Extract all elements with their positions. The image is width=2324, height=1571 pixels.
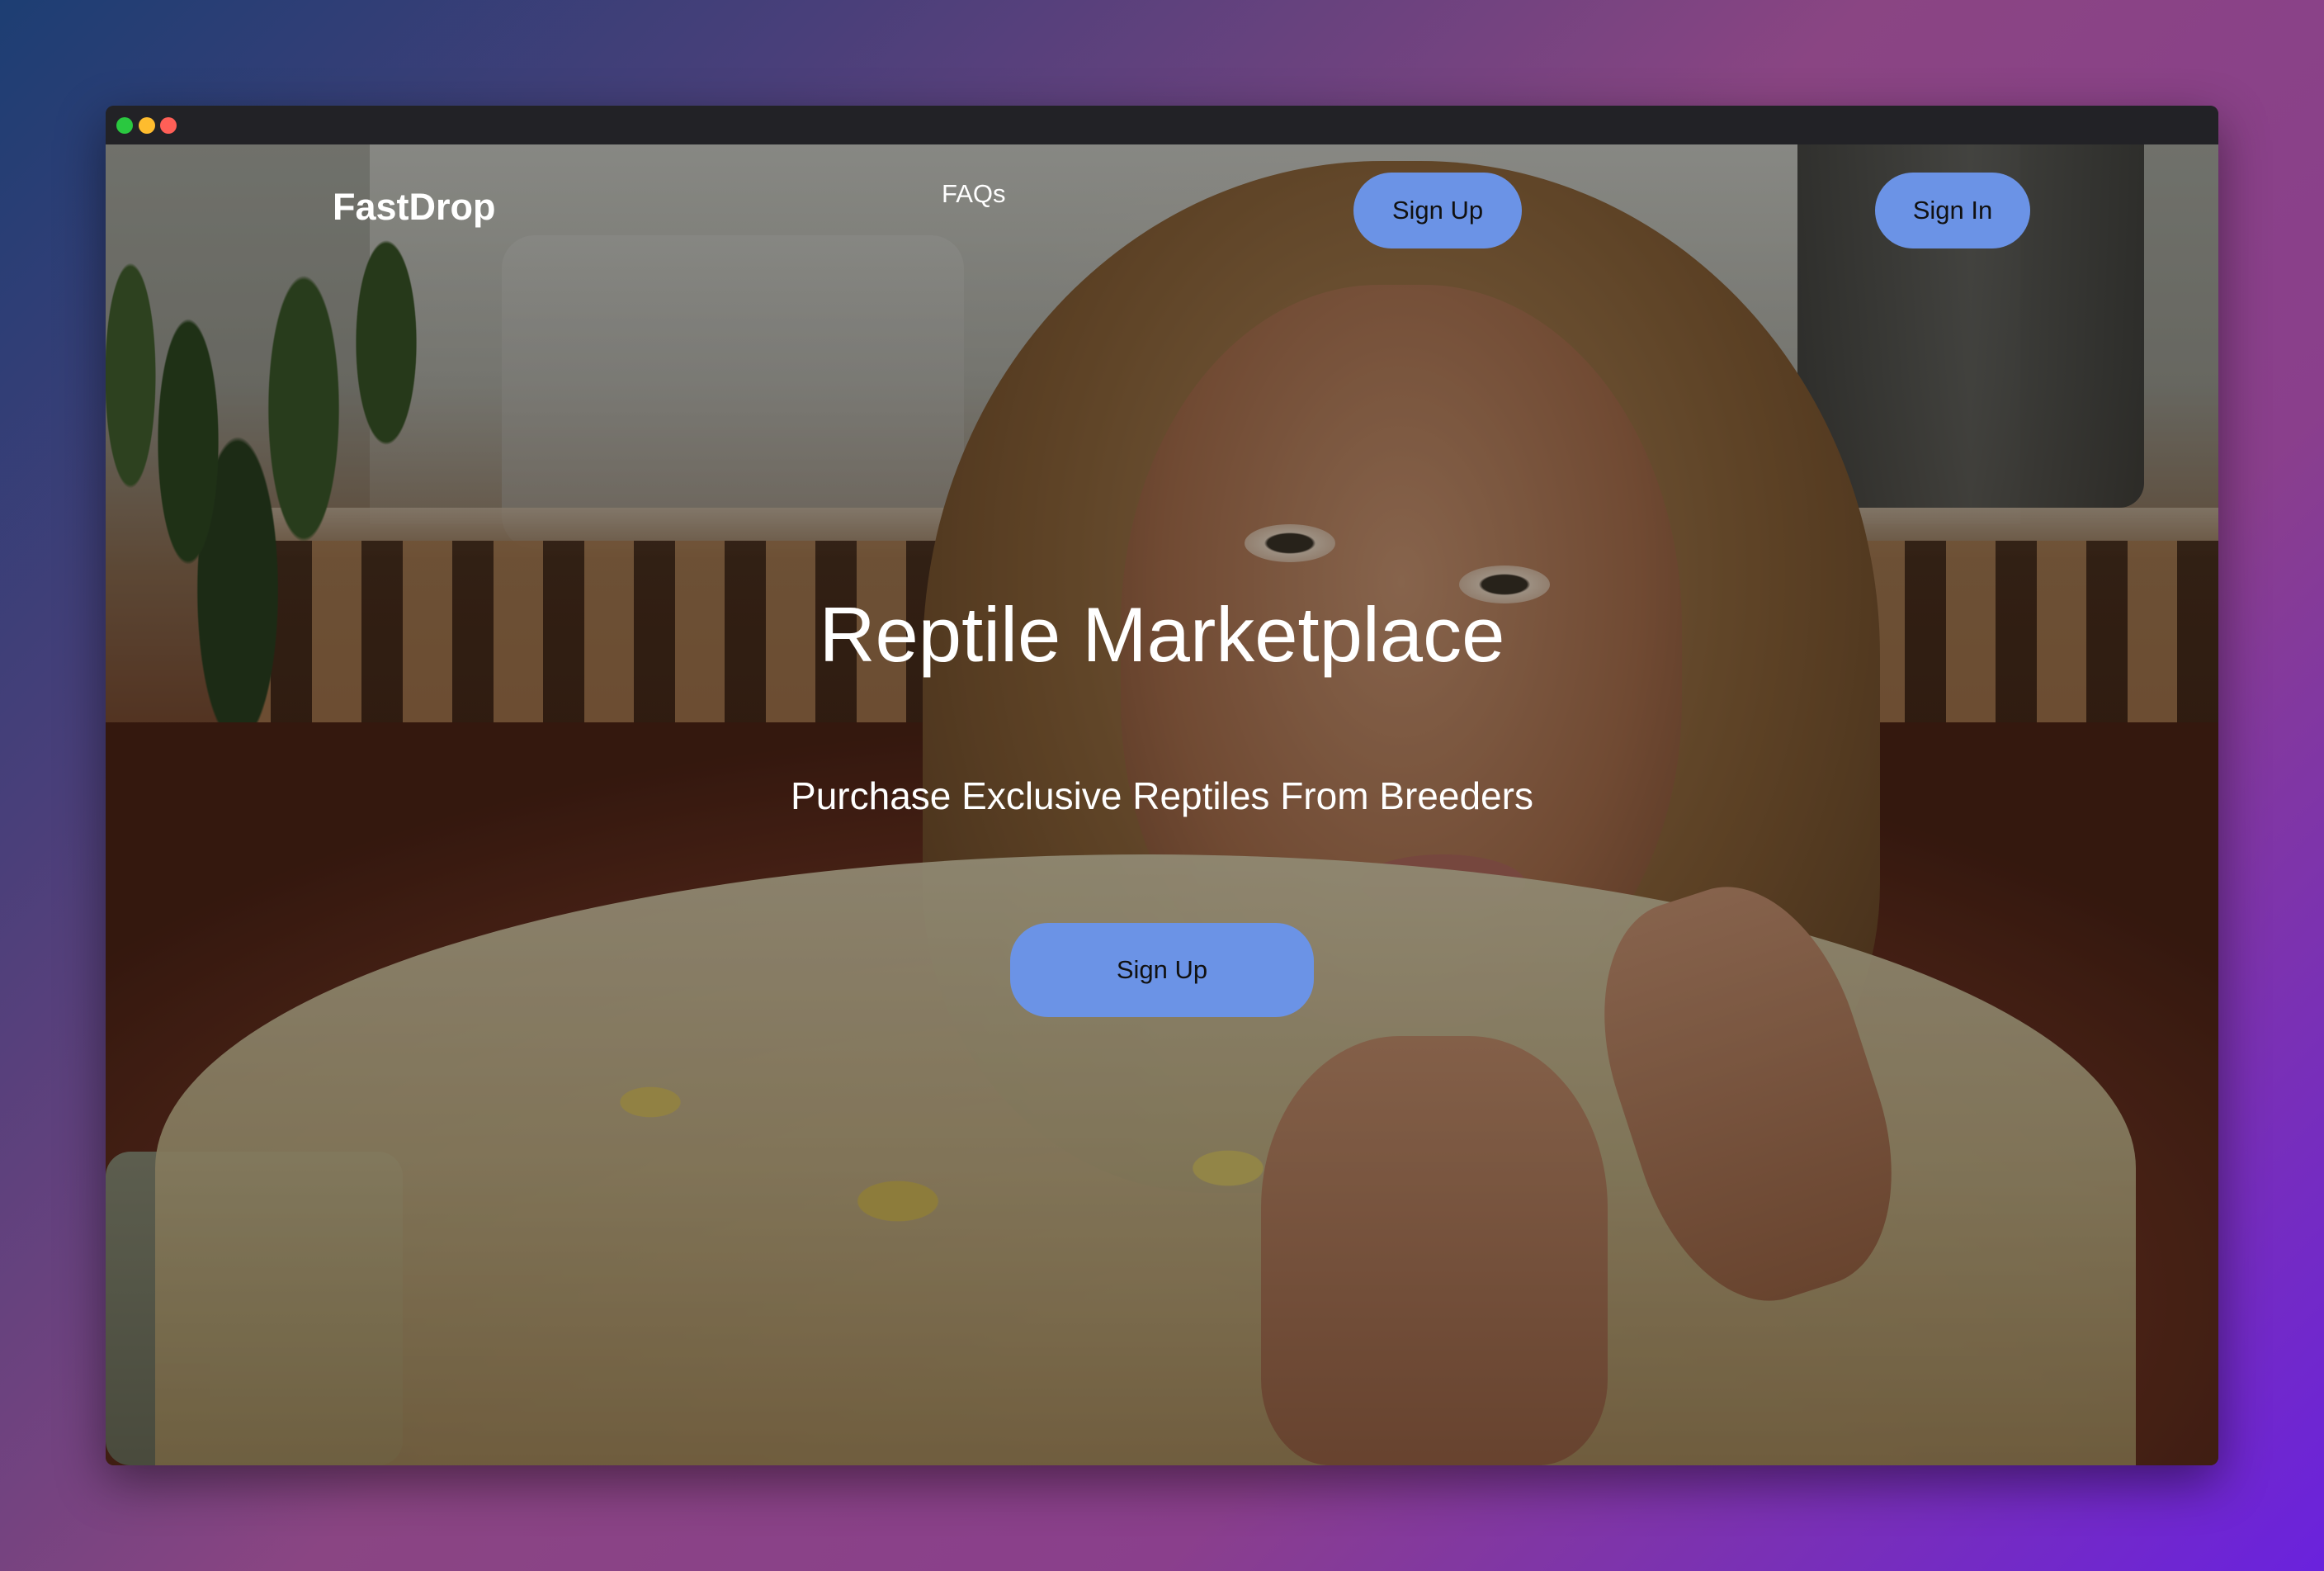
nav-signin-button[interactable]: Sign In [1875,173,2030,248]
nav-link-faqs[interactable]: FAQs [942,179,1006,209]
site-logo[interactable]: FastDrop [333,186,496,229]
hero-title: Reptile Marketplace [819,591,1505,678]
page-viewport: FastDrop FAQs Sign Up Sign In Reptile Ma… [106,144,2218,1465]
window-titlebar [106,106,2218,144]
traffic-light-red[interactable] [160,117,177,134]
traffic-light-green[interactable] [116,117,133,134]
hero-signup-button[interactable]: Sign Up [1010,923,1314,1017]
browser-window: FastDrop FAQs Sign Up Sign In Reptile Ma… [106,106,2218,1465]
hero-subtitle: Purchase Exclusive Reptiles From Breeder… [791,774,1533,817]
traffic-light-yellow[interactable] [139,117,155,134]
nav-signup-button[interactable]: Sign Up [1353,173,1522,248]
